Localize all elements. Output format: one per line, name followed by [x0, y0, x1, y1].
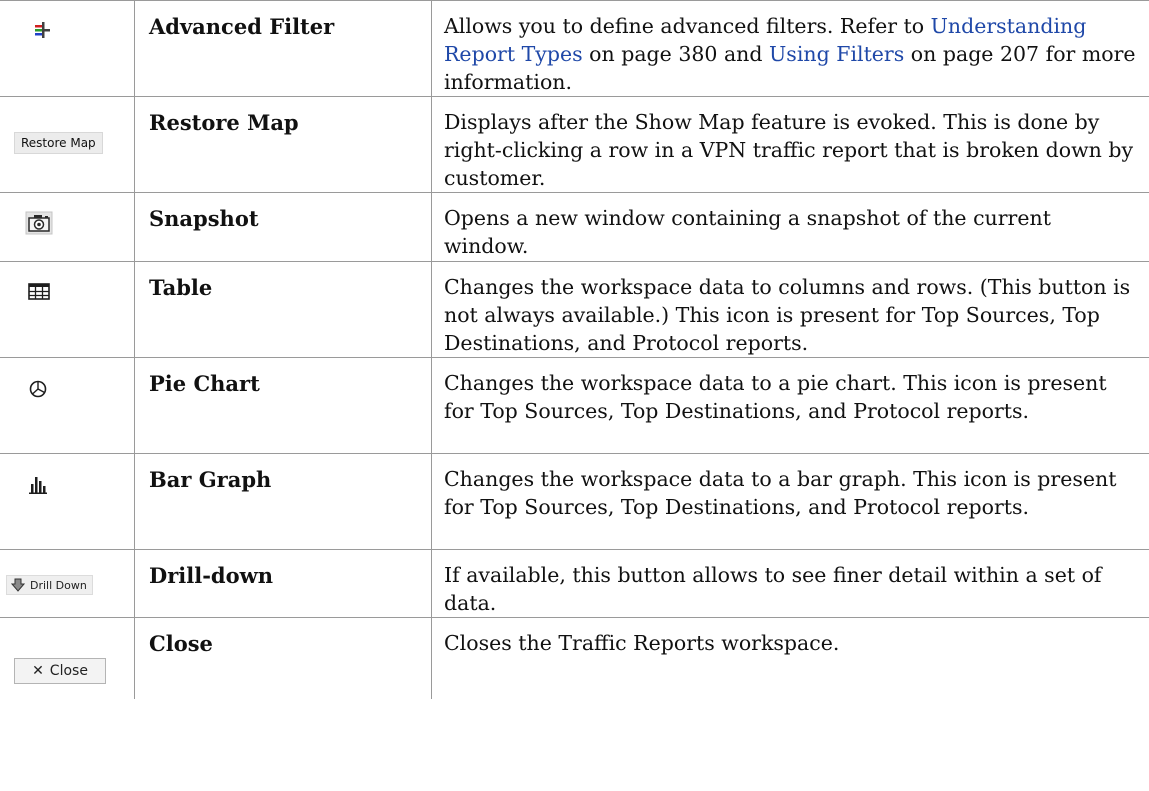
table-row: ✕ Close Close Closes the Traffic Reports… [0, 617, 1149, 699]
close-button: ✕ Close [14, 658, 106, 684]
icon-cell [0, 453, 135, 550]
row-description: Changes the workspace data to columns an… [431, 261, 1149, 358]
row-name: Restore Map [134, 96, 432, 193]
row-description: Changes the workspace data to a pie char… [431, 357, 1149, 454]
description-text: Allows you to define advanced filters. R… [444, 14, 931, 38]
table-grid-icon [0, 280, 134, 308]
row-name: Table [134, 261, 432, 358]
icon-cell [0, 357, 135, 454]
bar-graph-icon [0, 473, 134, 501]
icon-cell: Restore Map [0, 96, 135, 193]
close-icon: ✕ [32, 663, 44, 679]
icon-cell [0, 0, 135, 97]
row-description: Allows you to define advanced filters. R… [431, 0, 1149, 97]
using-filters-link[interactable]: Using Filters [769, 42, 904, 66]
row-description: Opens a new window containing a snapshot… [431, 192, 1149, 262]
row-name: Advanced Filter [134, 0, 432, 97]
camera-icon [0, 209, 134, 241]
icon-cell: ✕ Close [0, 617, 135, 699]
row-description: Closes the Traffic Reports workspace. [431, 617, 1149, 699]
row-name: Bar Graph [134, 453, 432, 550]
restore-map-button: Restore Map [14, 132, 103, 154]
table-row: Snapshot Opens a new window containing a… [0, 192, 1149, 262]
pie-chart-icon [0, 376, 134, 404]
row-description: Changes the workspace data to a bar grap… [431, 453, 1149, 550]
table-row: Bar Graph Changes the workspace data to … [0, 453, 1149, 550]
close-label: Close [49, 663, 88, 679]
row-name: Snapshot [134, 192, 432, 262]
icon-cell: Drill Down [0, 549, 135, 618]
icon-cell [0, 261, 135, 358]
drill-down-label: Drill Down [30, 578, 87, 592]
icon-cell [0, 192, 135, 262]
arrow-down-icon [11, 578, 25, 592]
table-row: Restore Map Restore Map Displays after t… [0, 96, 1149, 193]
toolbar-reference-table: Advanced Filter Allows you to define adv… [0, 0, 1149, 699]
drill-down-button: Drill Down [6, 575, 93, 595]
description-text: on page 380 and [582, 42, 770, 66]
table-row: Advanced Filter Allows you to define adv… [0, 0, 1149, 97]
table-row: Pie Chart Changes the workspace data to … [0, 357, 1149, 454]
row-description: Displays after the Show Map feature is e… [431, 96, 1149, 193]
row-name: Pie Chart [134, 357, 432, 454]
row-description: If available, this button allows to see … [431, 549, 1149, 618]
table-row: Drill Down Drill-down If available, this… [0, 549, 1149, 618]
row-name: Drill-down [134, 549, 432, 618]
table-row: Table Changes the workspace data to colu… [0, 261, 1149, 358]
row-name: Close [134, 617, 432, 699]
advanced-filter-icon [0, 15, 134, 47]
